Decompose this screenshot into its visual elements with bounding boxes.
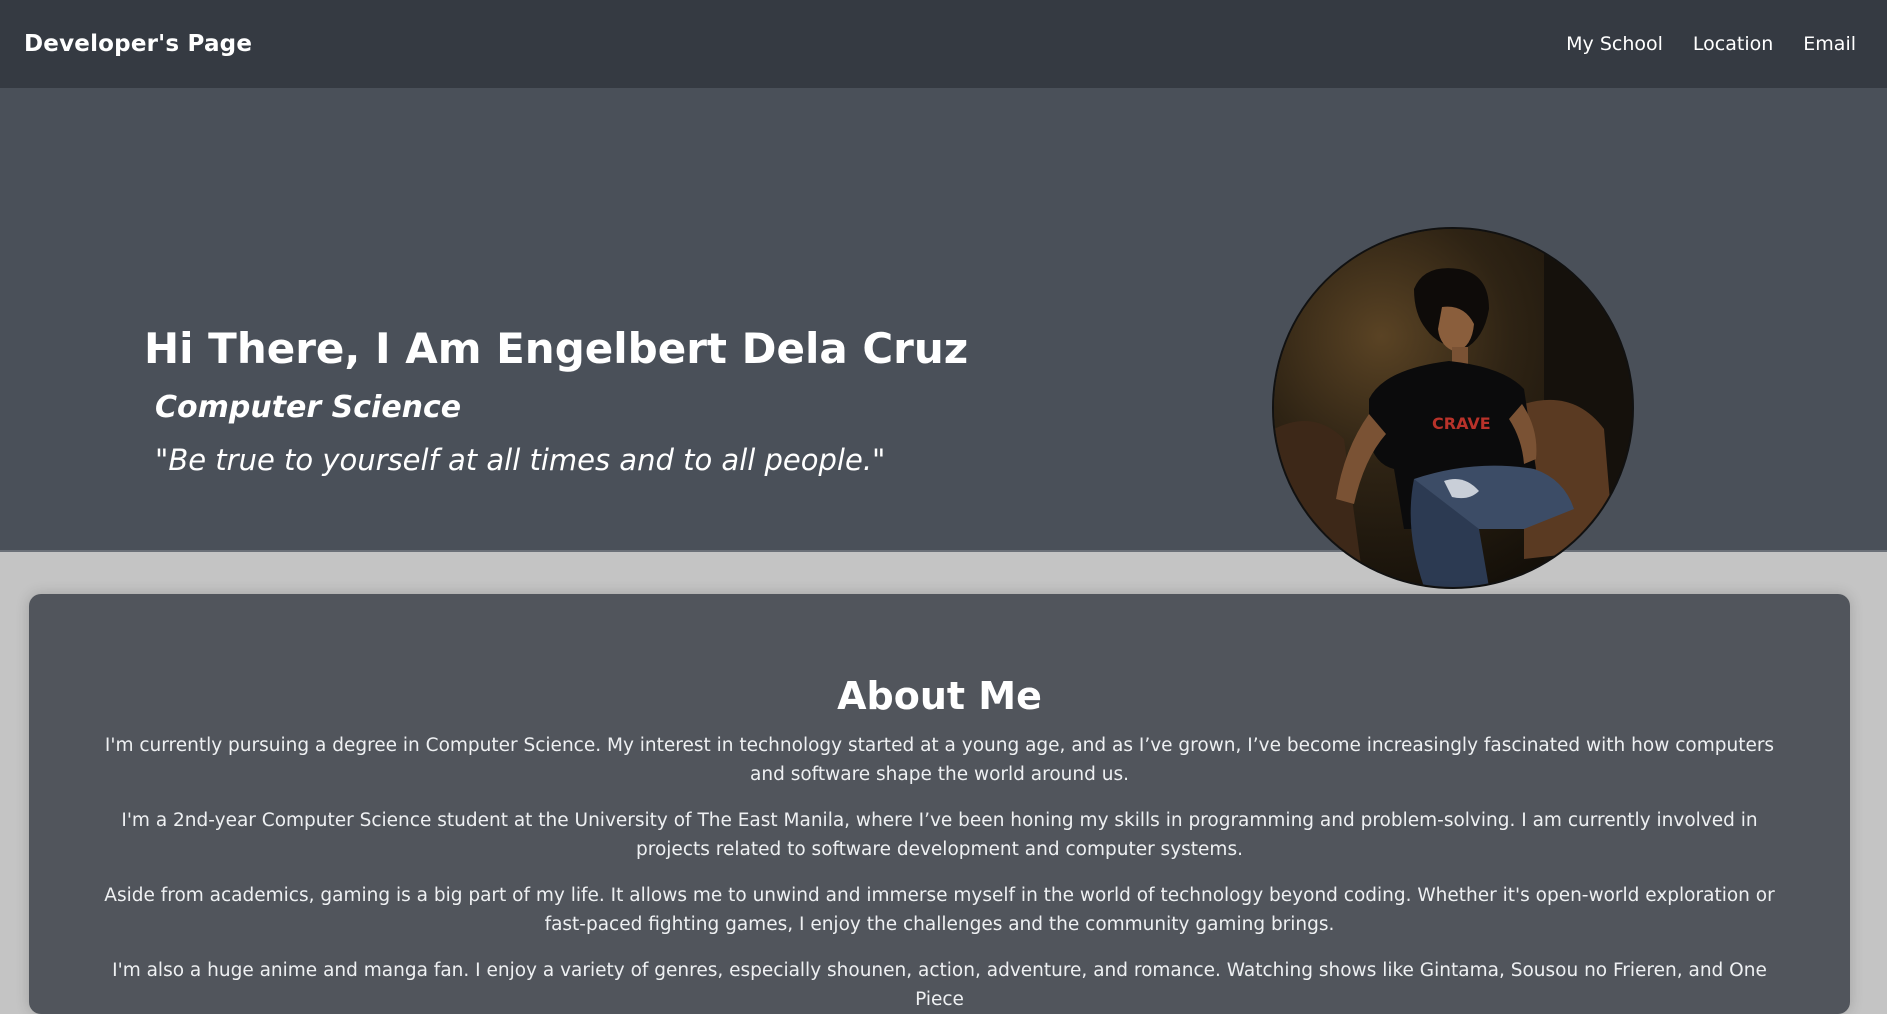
hero-title: Hi There, I Am Engelbert Dela Cruz — [144, 324, 969, 373]
nav-link-my-school[interactable]: My School — [1566, 33, 1663, 55]
hero-text: Hi There, I Am Engelbert Dela Cruz Compu… — [144, 324, 968, 478]
shirt-text: CRAVE — [1432, 414, 1491, 433]
hero-major: Computer Science — [155, 390, 462, 425]
about-me-card: About Me I'm currently pursuing a degree… — [29, 594, 1850, 1014]
nav-link-email[interactable]: Email — [1803, 33, 1856, 55]
nav-links: My School Location Email — [1566, 33, 1856, 55]
about-paragraph: I'm currently pursuing a degree in Compu… — [104, 735, 1775, 785]
about-heading: About Me — [837, 674, 1042, 718]
hero-quote: "Be true to yourself at all times and to… — [155, 443, 886, 477]
about-paragraph: Aside from academics, gaming is a big pa… — [104, 885, 1775, 935]
about-paragraph: I'm also a huge anime and manga fan. I e… — [112, 960, 1767, 1010]
nav-link-location[interactable]: Location — [1693, 33, 1773, 55]
brand-title[interactable]: Developer's Page — [24, 31, 252, 57]
hero-section: Hi There, I Am Engelbert Dela Cruz Compu… — [0, 88, 1887, 589]
profile-photo: CRAVE — [1272, 227, 1634, 589]
profile-photo-illustration: CRAVE — [1274, 229, 1632, 587]
navbar: Developer's Page My School Location Emai… — [0, 0, 1887, 88]
about-paragraph: I'm a 2nd-year Computer Science student … — [121, 810, 1758, 860]
